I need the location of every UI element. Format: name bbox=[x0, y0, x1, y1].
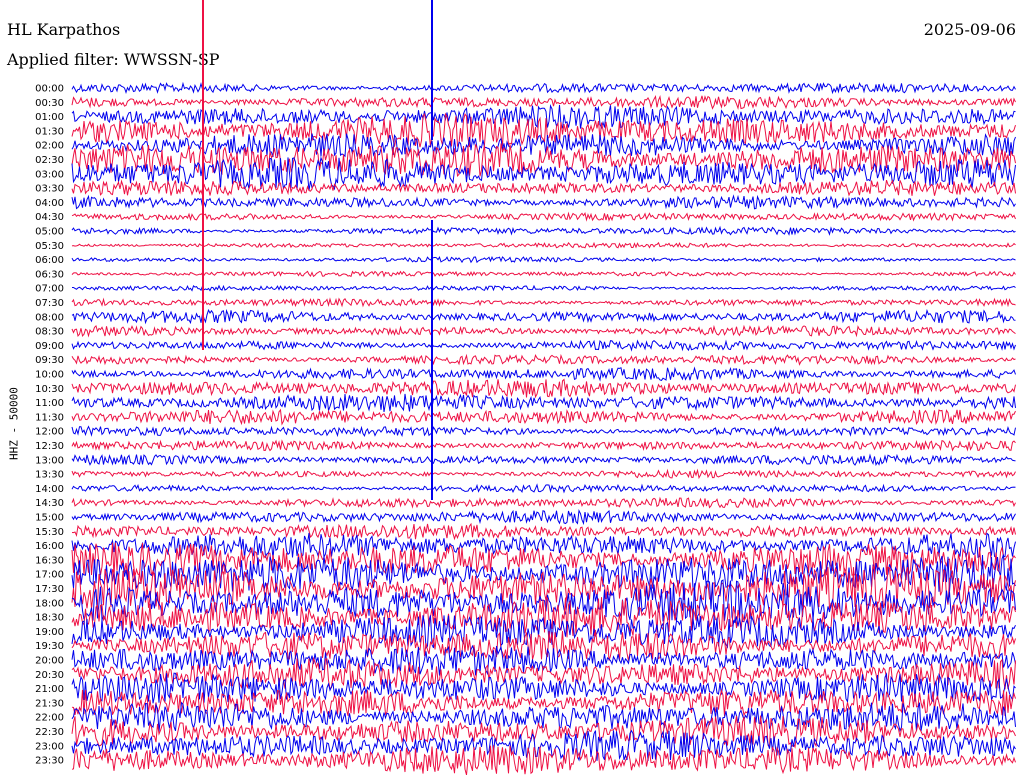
trace-row-1430 bbox=[71, 496, 1016, 509]
trace-row-2330 bbox=[71, 745, 1016, 776]
time-label-0000: 00:00 bbox=[35, 84, 64, 95]
time-label-1400: 14:00 bbox=[35, 484, 64, 495]
helicorder-plot: 00:00 00:30 01:00 01:30 02:00 02:30 03:00 03:30… bbox=[35, 0, 1016, 776]
time-label-0030: 00:30 bbox=[35, 98, 64, 109]
time-label-0900: 09:00 bbox=[35, 341, 64, 352]
trace-row-0730 bbox=[71, 297, 1016, 308]
trace-row-0000 bbox=[71, 81, 1016, 95]
time-label-2030: 20:30 bbox=[35, 670, 64, 681]
trace-row-0700 bbox=[72, 284, 1016, 292]
time-label-2200: 22:00 bbox=[35, 713, 64, 724]
time-label-0530: 05:30 bbox=[35, 241, 64, 252]
time-label-0100: 01:00 bbox=[35, 112, 64, 123]
time-label-1930: 19:30 bbox=[35, 641, 64, 652]
time-label-2230: 22:30 bbox=[35, 727, 64, 738]
trace-row-0830 bbox=[71, 324, 1016, 338]
time-label-0700: 07:00 bbox=[35, 284, 64, 295]
time-label-1530: 15:30 bbox=[35, 527, 64, 538]
time-label-1900: 19:00 bbox=[35, 627, 64, 638]
time-label-0200: 02:00 bbox=[35, 141, 64, 152]
trace-row-1900 bbox=[71, 615, 1016, 650]
time-label-2000: 20:00 bbox=[35, 656, 64, 667]
time-label-0300: 03:00 bbox=[35, 169, 64, 180]
trace-row-1000 bbox=[71, 366, 1016, 382]
time-label-1230: 12:30 bbox=[35, 441, 64, 452]
time-label-1030: 10:30 bbox=[35, 384, 64, 395]
time-label-0330: 03:30 bbox=[35, 184, 64, 195]
time-label-0230: 02:30 bbox=[35, 155, 64, 166]
time-label-1200: 12:00 bbox=[35, 427, 64, 438]
time-label-1100: 11:00 bbox=[35, 398, 64, 409]
trace-row-0630 bbox=[71, 270, 1016, 278]
trace-row-1230 bbox=[71, 439, 1016, 452]
time-label-2130: 21:30 bbox=[35, 698, 64, 709]
time-label-1300: 13:00 bbox=[35, 455, 64, 466]
trace-row-1130 bbox=[71, 408, 1016, 426]
time-label-2300: 23:00 bbox=[35, 741, 64, 752]
trace-row-0030 bbox=[71, 94, 1016, 111]
time-label-2100: 21:00 bbox=[35, 684, 64, 695]
time-label-0830: 08:30 bbox=[35, 327, 64, 338]
time-tick-labels: 00:00 00:30 01:00 01:30 02:00 02:30 03:00 03:30… bbox=[35, 84, 64, 767]
time-label-0430: 04:30 bbox=[35, 212, 64, 223]
trace-row-0800 bbox=[71, 308, 1016, 325]
time-label-2330: 23:30 bbox=[35, 756, 64, 767]
trace-group bbox=[71, 0, 1016, 776]
trace-row-0900 bbox=[71, 339, 1016, 352]
trace-row-0430 bbox=[71, 211, 1016, 222]
trace-row-0400 bbox=[71, 194, 1016, 210]
time-label-0930: 09:30 bbox=[35, 355, 64, 366]
time-label-1630: 16:30 bbox=[35, 555, 64, 566]
trace-row-1330 bbox=[71, 468, 1016, 480]
time-label-1330: 13:30 bbox=[35, 470, 64, 481]
time-label-1600: 16:00 bbox=[35, 541, 64, 552]
trace-row-0100 bbox=[71, 103, 1016, 130]
time-label-0730: 07:30 bbox=[35, 298, 64, 309]
time-label-1430: 14:30 bbox=[35, 498, 64, 509]
trace-row-1200 bbox=[71, 425, 1016, 438]
trace-row-1100 bbox=[71, 393, 1016, 412]
time-label-1830: 18:30 bbox=[35, 613, 64, 624]
trace-row-0530 bbox=[71, 241, 1016, 249]
trace-row-0230 bbox=[71, 143, 1016, 177]
time-label-0130: 01:30 bbox=[35, 126, 64, 137]
time-label-0800: 08:00 bbox=[35, 312, 64, 323]
time-label-1730: 17:30 bbox=[35, 584, 64, 595]
trace-row-1030 bbox=[71, 378, 1016, 399]
trace-row-1500 bbox=[71, 508, 1016, 526]
time-label-1000: 10:00 bbox=[35, 370, 64, 381]
time-label-0600: 06:00 bbox=[35, 255, 64, 266]
trace-row-1530 bbox=[71, 522, 1016, 541]
time-label-0400: 04:00 bbox=[35, 198, 64, 209]
trace-row-0500 bbox=[71, 225, 1016, 236]
time-label-1700: 17:00 bbox=[35, 570, 64, 581]
trace-row-0930 bbox=[71, 353, 1016, 366]
trace-row-0330 bbox=[71, 179, 1016, 197]
time-label-1500: 15:00 bbox=[35, 513, 64, 524]
time-label-0630: 06:30 bbox=[35, 269, 64, 280]
time-label-1130: 11:30 bbox=[35, 412, 64, 423]
trace-row-1600 bbox=[71, 532, 1016, 559]
time-label-0500: 05:00 bbox=[35, 227, 64, 238]
trace-row-1300 bbox=[71, 453, 1016, 467]
trace-row-1400 bbox=[71, 483, 1016, 494]
trace-row-0600 bbox=[71, 255, 1016, 264]
time-label-1800: 18:00 bbox=[35, 598, 64, 609]
